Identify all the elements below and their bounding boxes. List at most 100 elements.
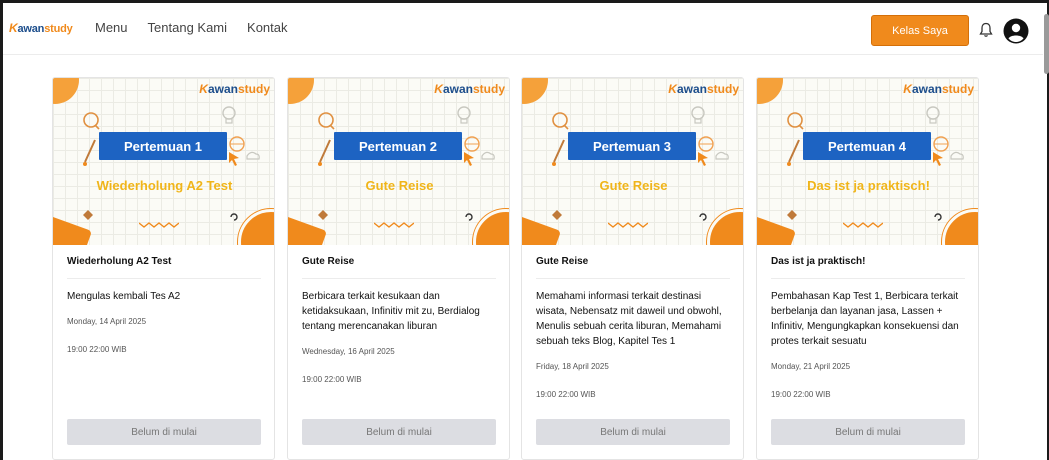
session-details: Mengulas kembali Tes A2 Monday, 14 April… <box>67 289 263 357</box>
session-time: 19:00 22:00 WIB <box>302 375 362 384</box>
thumbnail-logo: Kawan study <box>903 82 974 96</box>
thumbnail-logo-k: K <box>434 82 443 96</box>
belum-di-mulai-button[interactable]: Belum di mulai <box>67 419 261 445</box>
session-description: Berbicara terkait kesukaan dan ketidaksu… <box>302 291 480 332</box>
diamond-icon <box>552 210 562 220</box>
globe-cursor-icon <box>933 136 964 166</box>
session-card: Kawan study Pertemuan 2 Gute Reise Gute … <box>287 77 510 460</box>
thumbnail-logo-study: study <box>706 82 739 96</box>
session-subtitle: Wiederholung A2 Test <box>96 178 233 193</box>
globe-cursor-icon <box>698 136 729 166</box>
decor-blob <box>942 209 978 245</box>
session-banner: Pertemuan 3 <box>568 132 696 160</box>
session-date: Friday, 18 April 2025 <box>536 362 609 371</box>
diamond-icon <box>83 210 93 220</box>
page-scrollbar[interactable] <box>1044 14 1049 74</box>
session-details: Pembahasan Kap Test 1, Berbicara terkait… <box>771 289 967 402</box>
session-description: Memahami informasi terkait destinasi wis… <box>536 291 722 347</box>
card-divider <box>302 278 496 279</box>
decor-blob <box>53 78 79 104</box>
globe-cursor-icon <box>229 136 260 166</box>
session-thumbnail: Kawan study Pertemuan 1 Wiederholung A2 T… <box>53 78 274 245</box>
nav-link-kontak[interactable]: Kontak <box>247 20 287 35</box>
session-cards: Kawan study Pertemuan 1 Wiederholung A2 T… <box>52 77 982 460</box>
lightbulb-icon <box>222 106 236 124</box>
kelas-saya-button[interactable]: Kelas Saya <box>871 15 969 46</box>
nav-link-tentang-kami[interactable]: Tentang Kami <box>148 20 228 35</box>
session-description: Pembahasan Kap Test 1, Berbicara terkait… <box>771 291 959 347</box>
decor-blob <box>707 209 743 245</box>
session-subtitle: Das ist ja praktisch! <box>807 178 930 193</box>
thumbnail-logo: Kawan study <box>668 82 739 96</box>
session-date: Wednesday, 16 April 2025 <box>302 347 395 356</box>
thumbnail-logo-study: study <box>941 82 974 96</box>
card-divider <box>536 278 730 279</box>
session-title: Das ist ja praktisch! <box>771 256 866 267</box>
session-subtitle: Gute Reise <box>599 178 668 193</box>
diamond-icon <box>318 210 328 220</box>
belum-di-mulai-button[interactable]: Belum di mulai <box>302 419 496 445</box>
zigzag-icon <box>139 222 179 228</box>
thumbnail-logo-awan: awan <box>911 82 942 96</box>
zigzag-icon <box>374 222 414 228</box>
session-thumbnail: Kawan study Pertemuan 2 Gute Reise <box>288 78 509 245</box>
lightbulb-icon <box>926 106 940 124</box>
session-subtitle: Gute Reise <box>365 178 434 193</box>
thumbnail-logo-awan: awan <box>442 82 473 96</box>
belum-di-mulai-button[interactable]: Belum di mulai <box>771 419 965 445</box>
session-title: Gute Reise <box>536 256 589 267</box>
nav-link-menu[interactable]: Menu <box>95 20 128 35</box>
card-divider <box>67 278 261 279</box>
session-date: Monday, 21 April 2025 <box>771 362 851 371</box>
decor-blob <box>288 78 314 104</box>
session-date: Monday, 14 April 2025 <box>67 317 147 326</box>
thumbnail-logo: Kawan study <box>434 82 505 96</box>
zigzag-icon <box>608 222 648 228</box>
session-card: Kawan study Pertemuan 3 Gute Reise Gute … <box>521 77 744 460</box>
session-banner: Pertemuan 4 <box>803 132 931 160</box>
lightbulb-icon <box>691 106 705 124</box>
session-description: Mengulas kembali Tes A2 <box>67 291 181 302</box>
thumbnail-logo-k: K <box>199 82 208 96</box>
lightbulb-icon <box>457 106 471 124</box>
belum-di-mulai-button[interactable]: Belum di mulai <box>536 419 730 445</box>
session-card: Kawan study Pertemuan 1 Wiederholung A2 T… <box>52 77 275 460</box>
session-banner: Pertemuan 2 <box>334 132 462 160</box>
decor-blob <box>522 78 548 104</box>
thumbnail-logo-k: K <box>668 82 677 96</box>
zigzag-icon <box>843 222 883 228</box>
session-time: 19:00 22:00 WIB <box>536 390 596 399</box>
card-divider <box>771 278 965 279</box>
session-details: Berbicara terkait kesukaan dan ketidaksu… <box>302 289 498 387</box>
swirl-icon <box>699 213 707 221</box>
brand-logo-study: study <box>44 23 73 35</box>
brand-logo-awan: awan <box>17 23 45 35</box>
thumbnail-logo-study: study <box>472 82 505 96</box>
session-time: 19:00 22:00 WIB <box>771 390 831 399</box>
swirl-icon <box>230 213 238 221</box>
brand-logo[interactable]: Kawan study <box>9 21 73 35</box>
swirl-icon <box>934 213 942 221</box>
globe-cursor-icon <box>464 136 495 166</box>
session-details: Memahami informasi terkait destinasi wis… <box>536 289 732 402</box>
thumbnail-logo-study: study <box>237 82 270 96</box>
thumbnail-logo: Kawan study <box>199 82 270 96</box>
session-time: 19:00 22:00 WIB <box>67 345 127 354</box>
thumbnail-logo-awan: awan <box>676 82 707 96</box>
thumbnail-logo-awan: awan <box>207 82 238 96</box>
decor-blob <box>238 209 274 245</box>
decor-blob <box>473 209 509 245</box>
session-thumbnail: Kawan study Pertemuan 4 Das ist ja prakti… <box>757 78 978 245</box>
session-banner: Pertemuan 1 <box>99 132 227 160</box>
session-title: Wiederholung A2 Test <box>67 256 172 267</box>
session-card: Kawan study Pertemuan 4 Das ist ja prakti… <box>756 77 979 460</box>
brand-logo-k: K <box>9 21 18 35</box>
swirl-icon <box>465 213 473 221</box>
diamond-icon <box>787 210 797 220</box>
session-title: Gute Reise <box>302 256 355 267</box>
navbar: Kawan study Menu Tentang Kami Kontak Kela… <box>3 3 1043 55</box>
nav-links: Menu Tentang Kami Kontak <box>95 20 288 35</box>
user-avatar-icon[interactable] <box>1003 18 1029 44</box>
bell-icon[interactable] <box>979 22 993 38</box>
thumbnail-logo-k: K <box>903 82 912 96</box>
